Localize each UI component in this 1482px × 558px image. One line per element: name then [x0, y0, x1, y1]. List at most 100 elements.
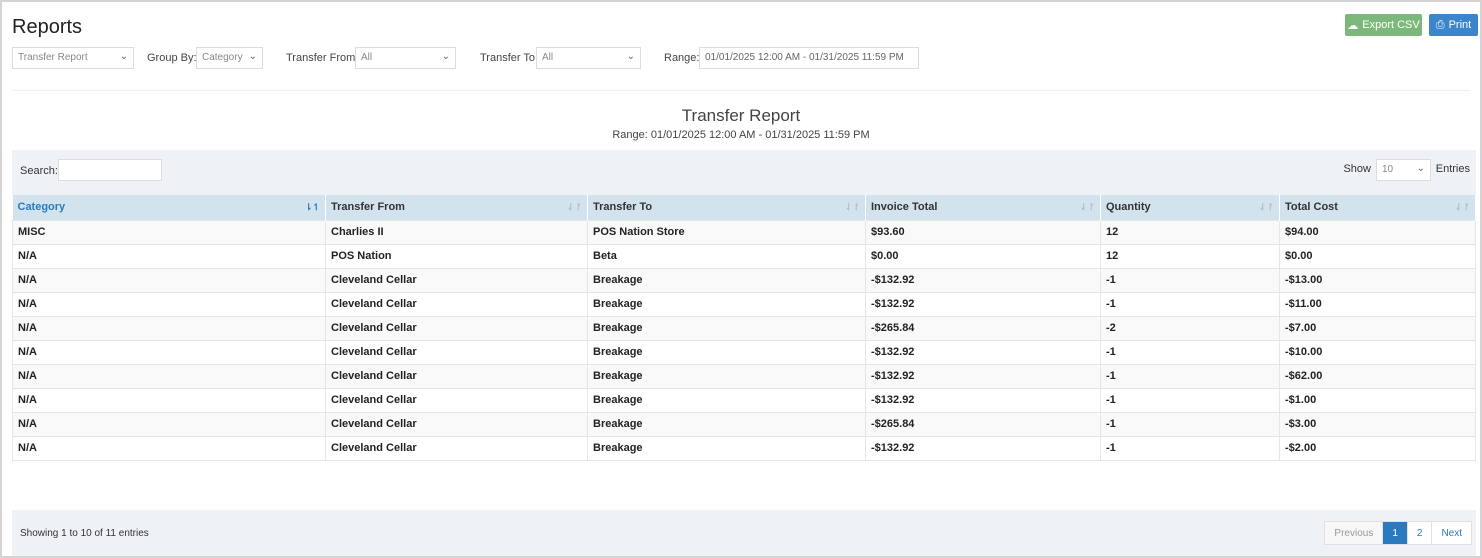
- table-cell: POS Nation: [325, 243, 588, 269]
- previous-button[interactable]: Previous: [1325, 522, 1383, 544]
- table-cell: $0.00: [1279, 243, 1476, 269]
- printer-icon: ⎙: [1435, 18, 1445, 31]
- report-range: Range: 01/01/2025 12:00 AM - 01/31/2025 …: [612, 129, 870, 141]
- table-cell: -$132.92: [865, 339, 1101, 365]
- table-cell: $0.00: [865, 243, 1101, 269]
- table-cell: POS Nation Store: [587, 219, 866, 245]
- table-row: MISC Charlies II POS Nation Store $93.60 12 $…: [12, 219, 1476, 245]
- table-cell: Cleveland Cellar: [325, 291, 588, 317]
- reports-page: Reports ☁ Export CSV ⎙ Print Transfer Repo…: [2, 2, 1480, 556]
- table-cell: N/A: [12, 435, 326, 461]
- table-cell: -$132.92: [865, 387, 1101, 413]
- table-cell: -$13.00: [1279, 267, 1476, 293]
- table-cell: N/A: [12, 315, 326, 341]
- report-type-select[interactable]: Transfer Report ⌄: [12, 47, 134, 69]
- table-cell: -1: [1100, 435, 1280, 461]
- pagination: Previous 1 2 Next: [1324, 521, 1472, 545]
- table-cell: -1: [1100, 363, 1280, 389]
- table-row: N/A Cleveland Cellar Breakage -$265.84 -2 -$7…: [12, 315, 1476, 341]
- table-row: N/A Cleveland Cellar Breakage -$132.92 -1 -$1…: [12, 291, 1476, 317]
- column-header-transfer-to[interactable]: Transfer To ⇃↾: [587, 195, 866, 220]
- range-input[interactable]: 01/01/2025 12:00 AM - 01/31/2025 11:59 P…: [699, 47, 919, 69]
- table-cell: Charlies II: [325, 219, 588, 245]
- table-cell: -$2.00: [1279, 435, 1476, 461]
- table-cell: -$132.92: [865, 291, 1101, 317]
- table-cell: -$11.00: [1279, 291, 1476, 317]
- report-type-value: Transfer Report: [18, 52, 88, 63]
- search-input[interactable]: [58, 159, 162, 181]
- table-cell: N/A: [12, 339, 326, 365]
- sort-icon: ⇃↾: [1079, 202, 1095, 212]
- chevron-down-icon: ⌄: [626, 51, 635, 62]
- page-1-button[interactable]: 1: [1382, 522, 1407, 544]
- table-row: N/A Cleveland Cellar Breakage -$132.92 -1 -$1…: [12, 267, 1476, 293]
- column-label: Quantity: [1106, 201, 1151, 214]
- column-header-total-cost[interactable]: Total Cost ⇃↾: [1279, 195, 1476, 220]
- table-cell: N/A: [12, 243, 326, 269]
- page-2-button[interactable]: 2: [1406, 522, 1432, 544]
- table-cell: Breakage: [587, 315, 866, 341]
- chevron-down-icon: ⌄: [119, 51, 128, 62]
- table-cell: -$265.84: [865, 411, 1101, 437]
- group-by-select[interactable]: Category ⌄: [196, 47, 263, 69]
- table-cell: -$132.92: [865, 363, 1101, 389]
- table-row: N/A Cleveland Cellar Breakage -$132.92 -1 -$2…: [12, 435, 1476, 461]
- table-cell: Breakage: [587, 291, 866, 317]
- column-label: Transfer To: [593, 201, 653, 214]
- transfer-to-select[interactable]: All ⌄: [536, 47, 641, 69]
- chevron-down-icon: ⌄: [441, 51, 450, 62]
- table-row: N/A Cleveland Cellar Breakage -$265.84 -1 -$3…: [12, 411, 1476, 437]
- column-label: Transfer From: [331, 201, 405, 214]
- entries-select[interactable]: 10 ⌄: [1376, 159, 1431, 181]
- table-cell: -1: [1100, 339, 1280, 365]
- print-button[interactable]: ⎙ Print: [1429, 14, 1478, 36]
- column-label: Total Cost: [1285, 201, 1338, 214]
- column-header-transfer-from[interactable]: Transfer From ⇃↾: [325, 195, 588, 220]
- table-cell: -$132.92: [865, 435, 1101, 461]
- print-label: Print: [1448, 19, 1472, 31]
- table-cell: MISC: [12, 219, 326, 245]
- table-cell: N/A: [12, 267, 326, 293]
- table-cell: Breakage: [587, 267, 866, 293]
- export-csv-button[interactable]: ☁ Export CSV: [1345, 14, 1422, 36]
- table-cell: N/A: [12, 291, 326, 317]
- table-cell: Breakage: [587, 363, 866, 389]
- next-button[interactable]: Next: [1431, 522, 1471, 544]
- table-cell: -1: [1100, 387, 1280, 413]
- table-cell: Breakage: [587, 435, 866, 461]
- table-row: N/A POS Nation Beta $0.00 12 $0.00: [12, 243, 1476, 269]
- table-cell: Cleveland Cellar: [325, 267, 588, 293]
- sort-icon: ⇃↾: [566, 202, 582, 212]
- chevron-down-icon: ⌄: [1416, 163, 1425, 174]
- table-cell: -$10.00: [1279, 339, 1476, 365]
- transfer-to-label: Transfer To:: [480, 52, 539, 64]
- search-label: Search:: [20, 165, 58, 177]
- table-footer: Showing 1 to 10 of 11 entries: [12, 510, 1476, 556]
- sort-icon: ⇃↾: [844, 202, 860, 212]
- table-cell: -$1.00: [1279, 387, 1476, 413]
- export-label: Export CSV: [1362, 19, 1420, 31]
- table-cell: -1: [1100, 267, 1280, 293]
- column-header-quantity[interactable]: Quantity ⇃↾: [1100, 195, 1280, 220]
- table-cell: Cleveland Cellar: [325, 411, 588, 437]
- table-cell: -$62.00: [1279, 363, 1476, 389]
- cloud-download-icon: ☁: [1347, 19, 1359, 32]
- table-controls: Search: Show 10 ⌄ Entries: [12, 150, 1476, 195]
- table-cell: Breakage: [587, 387, 866, 413]
- entries-value: 10: [1382, 164, 1394, 175]
- table-cell: N/A: [12, 387, 326, 413]
- chevron-down-icon: ⌄: [248, 51, 257, 62]
- table-cell: -$7.00: [1279, 315, 1476, 341]
- sort-ascending-icon: ⇂↿: [304, 202, 320, 212]
- table-cell: Breakage: [587, 339, 866, 365]
- transfer-from-select[interactable]: All ⌄: [355, 47, 456, 69]
- table-cell: Cleveland Cellar: [325, 435, 588, 461]
- table-cell: $93.60: [865, 219, 1101, 245]
- table-cell: N/A: [12, 411, 326, 437]
- table-cell: -1: [1100, 291, 1280, 317]
- column-header-invoice-total[interactable]: Invoice Total ⇃↾: [865, 195, 1101, 220]
- column-header-category[interactable]: Category ⇂↿: [12, 195, 326, 220]
- table-row: N/A Cleveland Cellar Breakage -$132.92 -1 -$1…: [12, 387, 1476, 413]
- sort-icon: ⇃↾: [1258, 202, 1274, 212]
- table-cell: Cleveland Cellar: [325, 387, 588, 413]
